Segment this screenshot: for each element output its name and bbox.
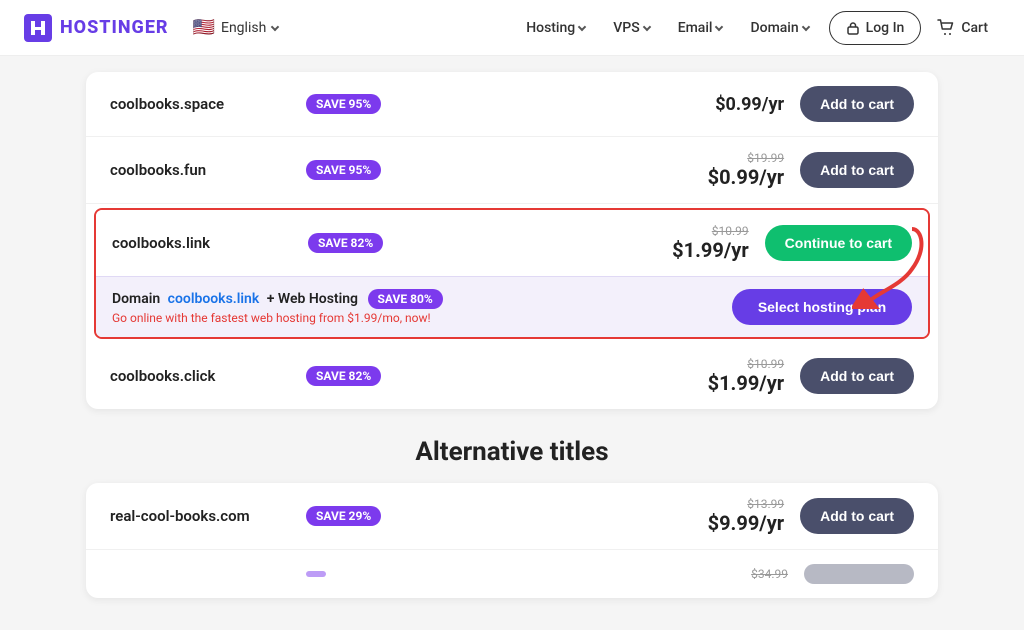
nav-email[interactable]: Email — [666, 12, 735, 44]
price-click: $10.99 $1.99/yr — [684, 357, 784, 395]
logo[interactable]: HOSTINGER — [24, 14, 169, 42]
alt-row-2-partial: $34.99 — [86, 550, 938, 598]
save-badge-fun: SAVE 95% — [306, 160, 381, 180]
language-selector[interactable]: 🇺🇸 English — [193, 17, 279, 38]
domain-name-click: coolbooks.click — [110, 367, 290, 385]
nav-vps[interactable]: VPS — [601, 12, 661, 44]
domain-name-link: coolbooks.link — [112, 234, 292, 252]
alternative-titles-heading: Alternative titles — [86, 437, 938, 467]
alt-price-old-1: $13.99 — [684, 497, 784, 511]
alt-add-cart-2-button[interactable] — [804, 564, 914, 584]
promo-action: Select hosting plan — [732, 289, 912, 325]
save-badge-space: SAVE 95% — [306, 94, 381, 114]
alt-save-badge-1: SAVE 29% — [306, 506, 381, 526]
add-cart-space-button[interactable]: Add to cart — [800, 86, 914, 122]
alt-price-2: $34.99 — [688, 567, 788, 581]
price-space: $0.99/yr — [684, 94, 784, 115]
price-fun: $19.99 $0.99/yr — [684, 151, 784, 189]
price-old-click: $10.99 — [684, 357, 784, 371]
domain-row-click: coolbooks.click SAVE 82% $10.99 $1.99/yr… — [86, 343, 938, 409]
logo-text: HOSTINGER — [60, 17, 169, 38]
nav-hosting[interactable]: Hosting — [514, 12, 597, 44]
alt-price-current-1: $9.99/yr — [684, 511, 784, 535]
domain-results-table: coolbooks.space SAVE 95% $0.99/yr Add to… — [86, 72, 938, 409]
alt-domain-name-1: real-cool-books.com — [110, 507, 290, 525]
login-button[interactable]: Log In — [829, 11, 922, 45]
promo-info: Domain coolbooks.link + Web Hosting SAVE… — [112, 289, 716, 325]
promo-subtitle: Go online with the fastest web hosting f… — [112, 311, 716, 325]
nav-links: Hosting VPS Email Domain Log In — [514, 11, 1000, 45]
save-badge-link: SAVE 82% — [308, 233, 383, 253]
price-old-link: $10.99 — [649, 224, 749, 238]
save-badge-click: SAVE 82% — [306, 366, 381, 386]
highlighted-section: coolbooks.link SAVE 82% $10.99 $1.99/yr … — [94, 208, 930, 339]
nav-domain[interactable]: Domain — [738, 12, 820, 44]
hosting-chevron-icon — [578, 22, 586, 30]
alt-add-cart-1-button[interactable]: Add to cart — [800, 498, 914, 534]
navbar: HOSTINGER 🇺🇸 English Hosting VPS Email D… — [0, 0, 1024, 56]
promo-link-text: coolbooks.link — [168, 291, 260, 307]
domain-name-space: coolbooks.space — [110, 95, 290, 113]
domain-name-fun: coolbooks.fun — [110, 161, 290, 179]
price-current-fun: $0.99/yr — [684, 165, 784, 189]
cart-icon — [937, 19, 955, 37]
domain-row-space: coolbooks.space SAVE 95% $0.99/yr Add to… — [86, 72, 938, 137]
continue-to-cart-button[interactable]: Continue to cart — [765, 225, 912, 261]
add-cart-click-button[interactable]: Add to cart — [800, 358, 914, 394]
domain-row-fun: coolbooks.fun SAVE 95% $19.99 $0.99/yr A… — [86, 137, 938, 204]
price-link: $10.99 $1.99/yr — [649, 224, 749, 262]
promo-prefix: Domain — [112, 291, 160, 307]
alt-price-old-2: $34.99 — [688, 567, 788, 581]
cart-label: Cart — [961, 20, 988, 36]
vps-chevron-icon — [642, 22, 650, 30]
lock-icon — [846, 21, 860, 35]
select-hosting-button[interactable]: Select hosting plan — [732, 289, 912, 325]
promo-suffix: + Web Hosting — [267, 291, 358, 307]
alt-price-1: $13.99 $9.99/yr — [684, 497, 784, 535]
main-content: coolbooks.space SAVE 95% $0.99/yr Add to… — [62, 56, 962, 630]
price-old-fun: $19.99 — [684, 151, 784, 165]
alt-row-1: real-cool-books.com SAVE 29% $13.99 $9.9… — [86, 483, 938, 550]
promo-title: Domain coolbooks.link + Web Hosting SAVE… — [112, 289, 716, 309]
price-current-space: $0.99/yr — [684, 94, 784, 115]
lang-label: English — [221, 20, 266, 36]
domain-chevron-icon — [801, 22, 809, 30]
lang-chevron-icon — [271, 22, 279, 30]
price-current-link: $1.99/yr — [649, 238, 749, 262]
price-current-click: $1.99/yr — [684, 371, 784, 395]
email-chevron-icon — [715, 22, 723, 30]
domain-row-link: coolbooks.link SAVE 82% $10.99 $1.99/yr … — [96, 210, 928, 276]
promo-save-badge: SAVE 80% — [368, 289, 443, 309]
alt-save-badge-2 — [306, 571, 326, 577]
add-cart-fun-button[interactable]: Add to cart — [800, 152, 914, 188]
alternative-table: real-cool-books.com SAVE 29% $13.99 $9.9… — [86, 483, 938, 598]
promo-row: Domain coolbooks.link + Web Hosting SAVE… — [96, 276, 928, 337]
login-label: Log In — [866, 20, 905, 36]
cart-button[interactable]: Cart — [925, 11, 1000, 45]
